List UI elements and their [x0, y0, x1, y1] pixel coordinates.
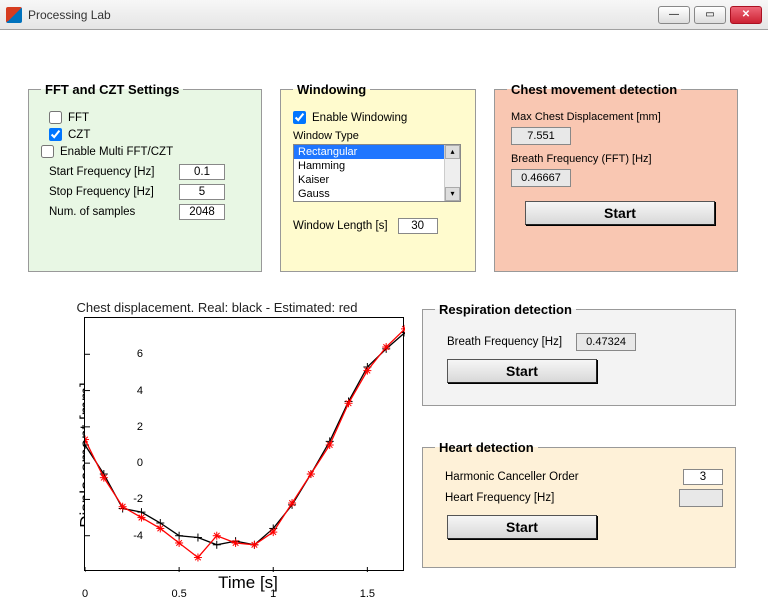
scroll-up-icon[interactable]: ▴ [445, 145, 460, 159]
heart-freq-label: Heart Frequency [Hz] [445, 492, 671, 504]
czt-checkbox-row[interactable]: CZT [49, 128, 249, 141]
windowing-legend: Windowing [293, 82, 370, 97]
chest-panel: Chest movement detection Max Chest Displ… [494, 82, 738, 272]
maximize-button[interactable]: ▭ [694, 6, 726, 24]
start-freq-label: Start Frequency [Hz] [41, 166, 171, 178]
heart-legend: Heart detection [435, 440, 538, 455]
fft-legend: FFT and CZT Settings [41, 82, 183, 97]
heart-panel: Heart detection Harmonic Canceller Order… [422, 440, 736, 568]
close-button[interactable]: ✕ [730, 6, 762, 24]
chest-start-button[interactable]: Start [525, 201, 715, 225]
respiration-legend: Respiration detection [435, 302, 576, 317]
fft-checkbox[interactable] [49, 111, 62, 124]
resp-bf-value: 0.47324 [576, 333, 636, 351]
xtick-label: 1.5 [360, 588, 375, 600]
window-length-label: Window Length [s] [293, 220, 388, 232]
max-disp-value: 7.551 [511, 127, 571, 145]
window-titlebar: Processing Lab — ▭ ✕ [0, 0, 768, 30]
hc-order-label: Harmonic Canceller Order [445, 471, 675, 483]
fft-checkbox-row[interactable]: FFT [49, 111, 249, 124]
chart-plot: -4-20246 00.511.5 [84, 317, 404, 571]
max-disp-label: Max Chest Displacement [mm] [511, 111, 725, 123]
enable-windowing-checkbox[interactable] [293, 111, 306, 124]
xtick-label: 1 [270, 588, 276, 600]
chart-area: Chest displacement. Real: black - Estima… [22, 300, 412, 610]
czt-checkbox[interactable] [49, 128, 62, 141]
nsamp-label: Num. of samples [41, 206, 171, 218]
start-freq-input[interactable] [179, 164, 225, 180]
enable-windowing-label: Enable Windowing [312, 112, 407, 124]
scroll-down-icon[interactable]: ▾ [445, 187, 460, 201]
fft-checkbox-label: FFT [68, 112, 89, 124]
app-icon [6, 7, 22, 23]
window-type-listbox[interactable]: Rectangular Hamming Kaiser Gauss ▴ ▾ [293, 144, 461, 202]
czt-checkbox-label: CZT [68, 129, 90, 141]
resp-bf-label: Breath Frequency [Hz] [447, 336, 562, 348]
resp-start-button[interactable]: Start [447, 359, 597, 383]
window-title: Processing Lab [28, 8, 658, 22]
xtick-label: 0.5 [171, 588, 186, 600]
listbox-scrollbar[interactable]: ▴ ▾ [444, 145, 460, 201]
multi-checkbox-row[interactable]: Enable Multi FFT/CZT [41, 145, 249, 158]
respiration-panel: Respiration detection Breath Frequency [… [422, 302, 736, 406]
window-type-label: Window Type [293, 130, 463, 142]
chest-bf-value: 0.46667 [511, 169, 571, 187]
chest-bf-label: Breath Frequency (FFT) [Hz] [511, 153, 725, 165]
stop-freq-input[interactable] [179, 184, 225, 200]
fft-panel: FFT and CZT Settings FFT CZT Enable Mult… [28, 82, 262, 272]
multi-checkbox-label: Enable Multi FFT/CZT [60, 146, 173, 158]
heart-start-button[interactable]: Start [447, 515, 597, 539]
window-type-option[interactable]: Rectangular [294, 145, 460, 159]
window-type-option[interactable]: Hamming [294, 159, 460, 173]
nsamp-input[interactable] [179, 204, 225, 220]
heart-freq-value [679, 489, 723, 507]
window-length-input[interactable] [398, 218, 438, 234]
enable-windowing-row[interactable]: Enable Windowing [293, 111, 463, 124]
window-type-option[interactable]: Kaiser [294, 173, 460, 187]
chart-title: Chest displacement. Real: black - Estima… [22, 300, 412, 315]
chest-legend: Chest movement detection [507, 82, 681, 97]
multi-checkbox[interactable] [41, 145, 54, 158]
stop-freq-label: Stop Frequency [Hz] [41, 186, 171, 198]
window-type-option[interactable]: Gauss [294, 187, 460, 197]
hc-order-input[interactable] [683, 469, 723, 485]
minimize-button[interactable]: — [658, 6, 690, 24]
xtick-label: 0 [82, 588, 88, 600]
windowing-panel: Windowing Enable Windowing Window Type R… [280, 82, 476, 272]
